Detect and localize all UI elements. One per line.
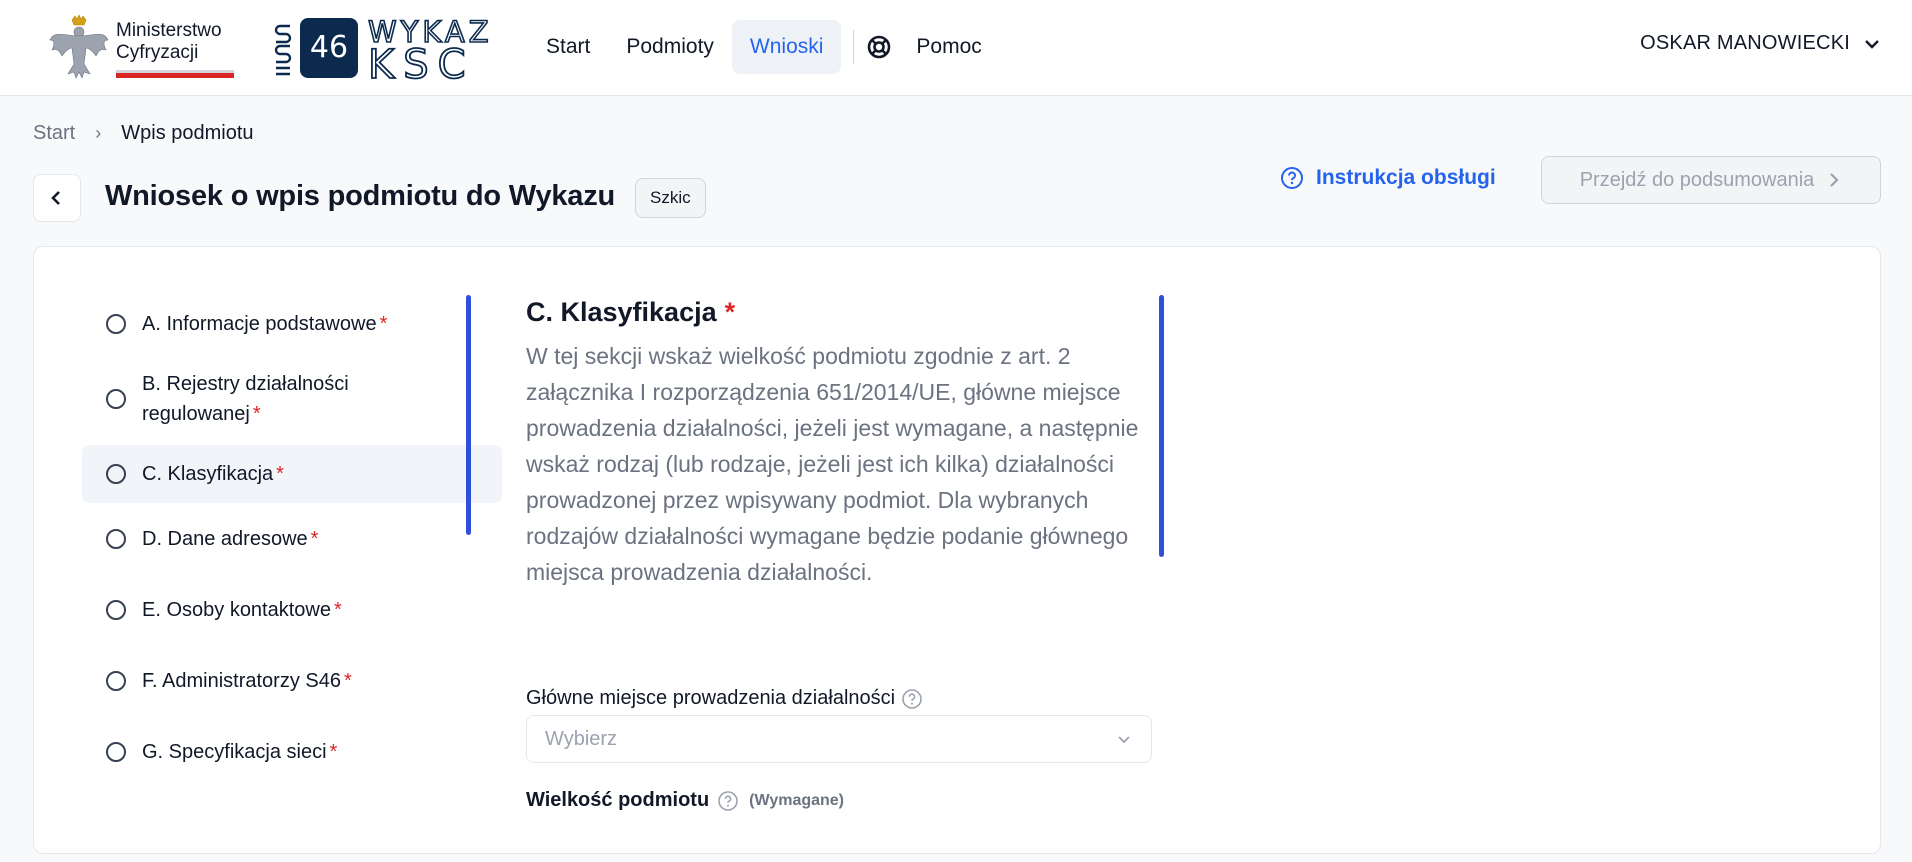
- form-steps-nav: A. Informacje podstawowe * B. Rejestry dz…: [82, 295, 502, 787]
- question-circle-icon[interactable]: [901, 688, 923, 710]
- nav-item-podmioty[interactable]: Podmioty: [608, 20, 732, 74]
- wykaz-ksc-wordmark: WYKAZ KSC: [368, 16, 489, 80]
- step-radio[interactable]: [106, 528, 126, 549]
- step-label: D. Dane adresowe: [142, 527, 308, 550]
- step-label: F. Administratorzy S46: [142, 669, 341, 692]
- summary-button-label: Przejdź do podsumowania: [1579, 168, 1815, 191]
- section-title-text: C. Klasyfikacja: [526, 297, 717, 327]
- section-classification: C. Klasyfikacja * W tej sekcji wskaż wiel…: [526, 297, 1186, 590]
- go-to-summary-button[interactable]: Przejdź do podsumowania: [1541, 156, 1881, 204]
- breadcrumb-start[interactable]: Start: [33, 122, 75, 145]
- step-item-g[interactable]: G. Specyfikacja sieci *: [82, 716, 502, 787]
- main-nav: Start Podmioty Wnioski Pomoc: [528, 20, 982, 74]
- nav-divider: [853, 30, 855, 64]
- top-navigation-bar: Ministerstwo Cyfryzacji 46 WYKAZ KSC Sta…: [0, 0, 1912, 96]
- user-menu[interactable]: OSKAR MANOWIECKI: [1640, 32, 1882, 55]
- ministry-name: Ministerstwo Cyfryzacji: [116, 20, 222, 64]
- step-radio[interactable]: [106, 741, 126, 762]
- step-radio[interactable]: [106, 314, 126, 334]
- s-letters-icon: [274, 24, 292, 76]
- breadcrumb: Start › Wpis podmiotu: [33, 122, 254, 145]
- nav-help-label: Pomoc: [916, 35, 982, 58]
- required-marker: *: [724, 297, 736, 327]
- ministry-name-line2: Cyfryzacji: [116, 42, 199, 63]
- ksc-number-box: 46: [300, 18, 358, 78]
- lifebuoy-icon: [868, 35, 891, 59]
- main-place-select[interactable]: Wybierz: [526, 715, 1152, 763]
- manual-link-label: Instrukcja obsługi: [1316, 166, 1496, 189]
- step-item-c[interactable]: C. Klasyfikacja *: [82, 445, 502, 503]
- step-item-d[interactable]: D. Dane adresowe *: [82, 503, 502, 574]
- step-item-a[interactable]: A. Informacje podstawowe *: [82, 295, 502, 353]
- question-circle-icon[interactable]: [717, 790, 739, 812]
- select-placeholder: Wybierz: [545, 727, 618, 750]
- required-marker: *: [379, 313, 388, 335]
- chevron-down-icon: [1118, 736, 1130, 744]
- entity-size-label-text: Wielkość podmiotu: [526, 789, 710, 811]
- required-text: (Wymagane): [749, 791, 845, 809]
- section-description: W tej sekcji wskaż wielkość podmiotu zgo…: [526, 343, 1139, 585]
- ministry-name-line1: Ministerstwo: [116, 20, 222, 41]
- back-button[interactable]: [33, 174, 81, 222]
- step-radio[interactable]: [106, 389, 126, 409]
- required-marker: *: [310, 527, 319, 550]
- main-place-field-label: Główne miejsce prowadzenia działalności: [526, 687, 923, 710]
- ksc-word-bottom: KSC: [368, 42, 475, 80]
- required-marker: *: [329, 740, 338, 763]
- manual-link[interactable]: Instrukcja obsługi: [1280, 166, 1496, 190]
- section-scrollbar[interactable]: [1159, 295, 1164, 557]
- status-badge: Szkic: [635, 178, 706, 218]
- step-label: A. Informacje podstawowe: [142, 313, 377, 335]
- required-marker: *: [333, 598, 342, 621]
- required-marker: *: [276, 463, 284, 485]
- step-label: B. Rejestry działalności regulowanej: [142, 373, 349, 425]
- wykaz-ksc-logo[interactable]: 46 WYKAZ KSC: [272, 16, 512, 80]
- step-item-e[interactable]: E. Osoby kontaktowe *: [82, 574, 502, 645]
- steps-scrollbar[interactable]: [466, 295, 471, 535]
- nav-item-wnioski[interactable]: Wnioski: [731, 20, 842, 74]
- polish-flag-stripe: [116, 70, 234, 78]
- user-name: OSKAR MANOWIECKI: [1640, 32, 1850, 54]
- step-radio[interactable]: [106, 464, 126, 484]
- required-marker: *: [343, 669, 352, 692]
- nav-item-help[interactable]: Pomoc: [866, 20, 982, 74]
- required-marker: *: [252, 403, 261, 425]
- entity-size-field-label: Wielkość podmiotu (Wymagane): [526, 789, 844, 812]
- chevron-down-icon: [1865, 39, 1879, 49]
- breadcrumb-current: Wpis podmiotu: [121, 122, 254, 144]
- form-card: A. Informacje podstawowe * B. Rejestry dz…: [33, 246, 1881, 854]
- chevron-right-icon: [1830, 173, 1839, 187]
- step-item-b[interactable]: B. Rejestry działalności regulowanej *: [82, 353, 502, 445]
- question-circle-icon: [1281, 167, 1303, 189]
- chevron-left-icon: [51, 191, 60, 205]
- ministry-logo[interactable]: Ministerstwo Cyfryzacji: [48, 14, 238, 82]
- section-title: C. Klasyfikacja *: [526, 297, 1186, 328]
- step-radio[interactable]: [106, 599, 126, 620]
- nav-item-start[interactable]: Start: [528, 20, 608, 74]
- page-title: Wniosek o wpis podmiotu do Wykazu: [105, 180, 616, 212]
- step-label: C. Klasyfikacja: [142, 463, 274, 485]
- breadcrumb-separator-icon: ›: [95, 123, 102, 143]
- main-place-label-text: Główne miejsce prowadzenia działalności: [526, 687, 896, 709]
- step-item-f[interactable]: F. Administratorzy S46 *: [82, 645, 502, 716]
- step-label: G. Specyfikacja sieci: [142, 740, 327, 763]
- step-radio[interactable]: [106, 670, 126, 691]
- step-label: E. Osoby kontaktowe: [142, 598, 331, 621]
- polish-eagle-icon: [49, 14, 109, 79]
